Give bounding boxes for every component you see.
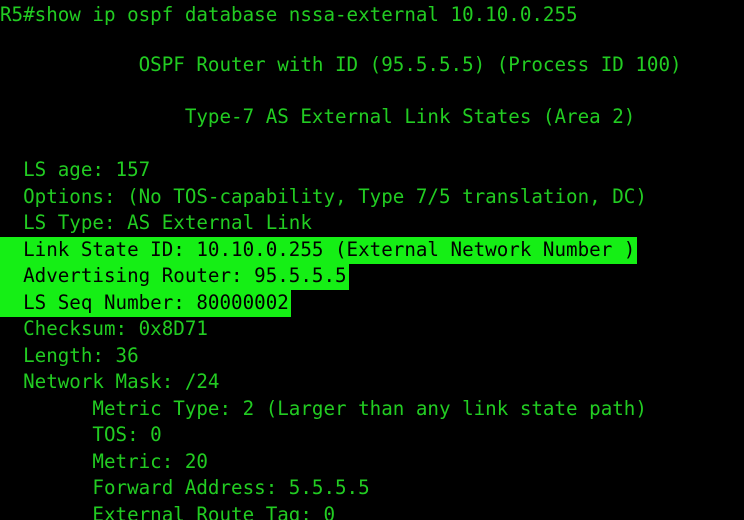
terminal-line-checksum: Checksum: 0x8D71 [0, 317, 208, 340]
terminal-line-forward-address: Forward Address: 5.5.5.5 [0, 476, 370, 499]
terminal-output-pane[interactable]: R5#show ip ospf database nssa-external 1… [0, 0, 744, 520]
terminal-line-ls-age: LS age: 157 [0, 158, 151, 181]
terminal-line-metric-type: Metric Type: 2 (Larger than any link sta… [0, 397, 647, 420]
terminal-line-advertising-router-selected[interactable]: Advertising Router: 95.5.5.5 [0, 263, 349, 290]
terminal-line-link-state-id-selected[interactable]: Link State ID: 10.10.0.255 (External Net… [0, 237, 638, 264]
terminal-line-router-header: OSPF Router with ID (95.5.5.5) (Process … [0, 53, 682, 76]
terminal-line-external-route-tag: External Route Tag: 0 [0, 503, 336, 520]
terminal-line-network-mask: Network Mask: /24 [0, 370, 220, 393]
terminal-line-tos: TOS: 0 [0, 423, 162, 446]
terminal-line-lsa-type-header: Type-7 AS External Link States (Area 2) [0, 105, 636, 128]
terminal-line-ls-seq-number-selected[interactable]: LS Seq Number: 80000002 [0, 290, 291, 317]
terminal-line-options: Options: (No TOS-capability, Type 7/5 tr… [0, 185, 647, 208]
terminal-line-length: Length: 36 [0, 344, 139, 367]
terminal-line-metric: Metric: 20 [0, 450, 208, 473]
terminal-line-ls-type: LS Type: AS External Link [0, 211, 312, 234]
terminal-line-command: R5#show ip ospf database nssa-external 1… [0, 3, 578, 26]
